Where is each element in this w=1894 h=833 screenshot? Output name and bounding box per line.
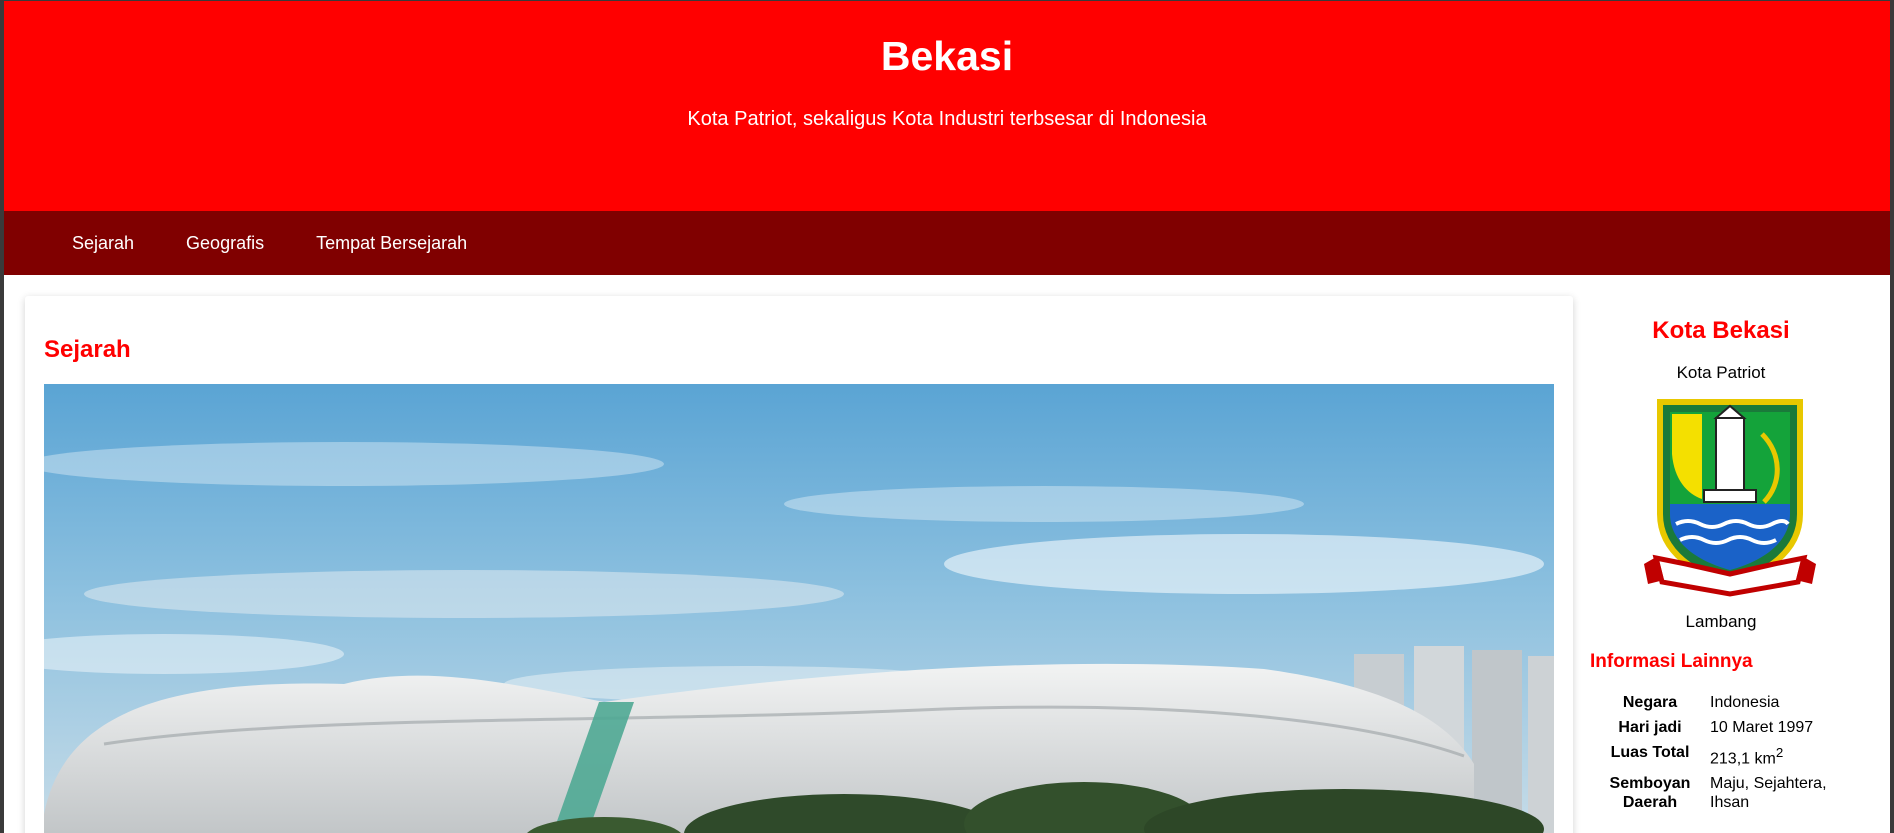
- site-subtitle: Kota Patriot, sekaligus Kota Industri te…: [687, 108, 1207, 130]
- info-row: Semboyan Daerah Maju, Sejahtera, Ihsan: [1602, 774, 1852, 818]
- emblem-caption: Lambang: [1685, 612, 1757, 631]
- nav-link-tempat-bersejarah[interactable]: Tempat Bersejarah: [304, 227, 475, 260]
- nav-link-sejarah[interactable]: Sejarah: [60, 227, 142, 260]
- info-label: Luas Total: [1610, 744, 1690, 761]
- info-row: Hari jadi 10 Maret 1997: [1602, 718, 1852, 743]
- info-value: Maju, Sejahtera, Ihsan: [1710, 775, 1827, 812]
- stadium-photo: [44, 384, 1554, 833]
- page: Bekasi Kota Patriot, sekaligus Kota Indu…: [4, 1, 1890, 833]
- main-nav: Sejarah Geografis Tempat Bersejarah: [4, 211, 1890, 275]
- info-label: Semboyan Daerah: [1609, 775, 1691, 812]
- info-sidebar: Kota Bekasi Kota Patriot Lambang Informa…: [1590, 296, 1890, 833]
- content-card: Sejarah: [25, 296, 1573, 833]
- nav-link-geografis[interactable]: Geografis: [174, 227, 272, 260]
- info-value-superscript: 2: [1775, 745, 1784, 760]
- info-value: Indonesia: [1710, 694, 1780, 711]
- city-emblem: [1642, 394, 1818, 602]
- info-label: Hari jadi: [1618, 719, 1682, 736]
- section-title: Sejarah: [44, 336, 131, 363]
- sidebar-title: Kota Bekasi: [1652, 317, 1790, 344]
- info-value: 10 Maret 1997: [1710, 719, 1814, 736]
- info-row: Luas Total 213,1 km2: [1602, 743, 1852, 774]
- site-header: Bekasi Kota Patriot, sekaligus Kota Indu…: [4, 1, 1890, 211]
- info-title: Informasi Lainnya: [1590, 651, 1753, 672]
- info-value-cell: 213,1 km2: [1710, 743, 1852, 774]
- info-label: Negara: [1622, 694, 1678, 711]
- sidebar-subtitle: Kota Patriot: [1676, 363, 1766, 382]
- site-title: Bekasi: [880, 33, 1014, 79]
- info-row: Negara Indonesia: [1602, 693, 1852, 718]
- info-value: 213,1 km: [1710, 750, 1776, 768]
- info-table: Negara Indonesia Hari jadi 10 Maret 1997…: [1602, 693, 1852, 818]
